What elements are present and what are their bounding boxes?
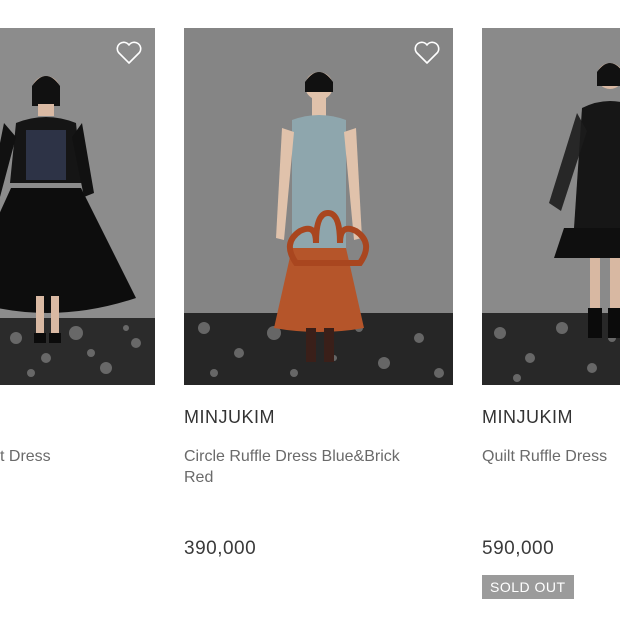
- product-card[interactable]: MINJUKIM Circle Ruffle Dress Blue&Brick …: [184, 28, 453, 562]
- product-image[interactable]: [482, 28, 620, 385]
- heart-outline-icon[interactable]: [413, 40, 441, 66]
- product-brand: MINJUKIM: [482, 407, 573, 427]
- heart-outline-icon[interactable]: [115, 40, 143, 66]
- sold-out-badge: SOLD OUT: [482, 575, 574, 599]
- product-grid: t Dress MINJUKIM Circle Ruffle Dress Blu…: [0, 0, 620, 620]
- product-name[interactable]: t Dress: [0, 446, 155, 488]
- product-card[interactable]: t Dress: [0, 28, 155, 562]
- product-price: [0, 538, 155, 562]
- product-image[interactable]: [184, 28, 453, 385]
- product-image[interactable]: [0, 28, 155, 385]
- product-name[interactable]: Quilt Ruffle Dress: [482, 446, 620, 488]
- product-card[interactable]: MINJUKIM Quilt Ruffle Dress 590,000 SOLD…: [482, 28, 620, 599]
- product-price: 590,000: [482, 538, 555, 559]
- product-name[interactable]: Circle Ruffle Dress Blue&Brick Red: [184, 446, 424, 488]
- product-brand: [0, 407, 155, 429]
- product-price: 390,000: [184, 538, 257, 559]
- product-brand: MINJUKIM: [184, 407, 275, 427]
